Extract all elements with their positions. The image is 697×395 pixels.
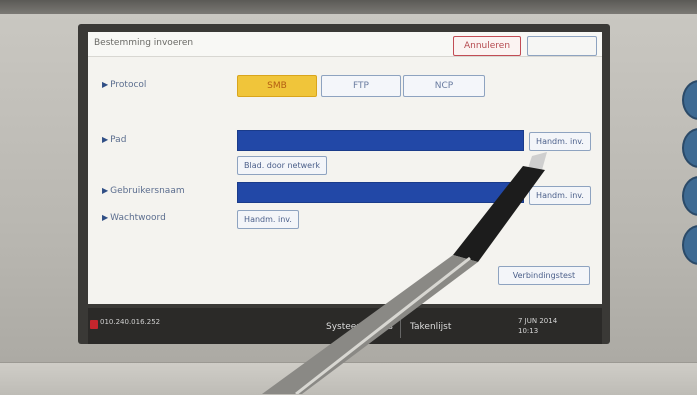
ok-button[interactable] bbox=[527, 36, 597, 56]
username-field[interactable] bbox=[237, 182, 524, 203]
arrow-icon: ▶ bbox=[102, 213, 109, 222]
date-time: 7 JUN 2014 10:13 bbox=[518, 316, 557, 336]
password-manual-input-button[interactable]: Handm. inv. bbox=[237, 210, 299, 229]
arrow-icon: ▶ bbox=[102, 80, 109, 89]
username-label: Gebruikersnaam bbox=[110, 186, 185, 196]
status-bar: 010.240.016.252 Systeemstatus Takenlijst… bbox=[88, 308, 602, 344]
protocol-row-label: ▶ Protocol bbox=[102, 80, 146, 90]
job-list-tab[interactable]: Takenlijst bbox=[410, 322, 451, 332]
protocol-ftp-button[interactable]: FTP bbox=[321, 75, 401, 97]
protocol-smb-button[interactable]: SMB bbox=[237, 75, 317, 97]
printer-icon bbox=[90, 320, 98, 329]
password-label: Wachtwoord bbox=[110, 213, 166, 223]
screen-title: Bestemming invoeren bbox=[94, 38, 194, 48]
protocol-label: Protocol bbox=[110, 80, 147, 90]
protocol-ncp-button[interactable]: NCP bbox=[403, 75, 485, 97]
arrow-icon: ▶ bbox=[102, 186, 109, 195]
bezel-bottom-edge bbox=[0, 362, 697, 395]
time-text: 10:13 bbox=[518, 327, 539, 335]
path-manual-input-button[interactable]: Handm. inv. bbox=[529, 132, 591, 151]
path-row-label: ▶ Pad bbox=[102, 135, 126, 145]
arrow-icon: ▶ bbox=[102, 135, 109, 144]
touch-screen: Bestemming invoeren Annuleren ▶ Protocol … bbox=[88, 32, 602, 344]
path-field[interactable] bbox=[237, 130, 524, 151]
path-label: Pad bbox=[110, 135, 127, 145]
username-row-label: ▶ Gebruikersnaam bbox=[102, 186, 185, 196]
cancel-button[interactable]: Annuleren bbox=[453, 36, 521, 56]
status-divider bbox=[400, 316, 401, 338]
ip-address: 010.240.016.252 bbox=[100, 318, 161, 326]
password-row-label: ▶ Wachtwoord bbox=[102, 213, 166, 223]
title-bar: Bestemming invoeren Annuleren bbox=[88, 32, 602, 57]
browse-network-button[interactable]: Blad. door netwerk bbox=[237, 156, 327, 175]
connection-test-button[interactable]: Verbindingstest bbox=[498, 266, 590, 285]
system-status-tab[interactable]: Systeemstatus bbox=[326, 322, 393, 332]
username-manual-input-button[interactable]: Handm. inv. bbox=[529, 186, 591, 205]
date-text: 7 JUN 2014 bbox=[518, 317, 558, 325]
